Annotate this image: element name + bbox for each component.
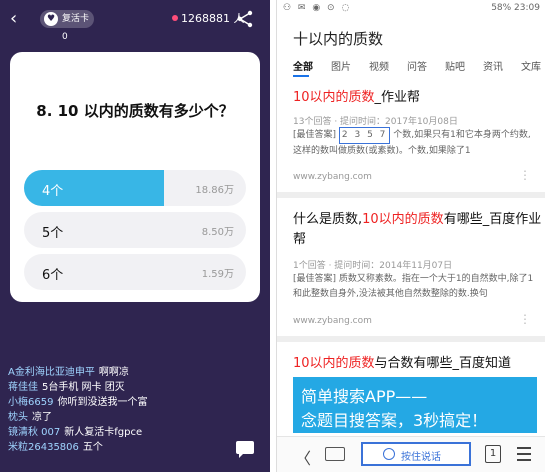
chat-text: 新人复活卡fgpce — [64, 427, 143, 438]
result-title[interactable]: 什么是质数,10以内的质数有哪些_百度作业帮 — [293, 210, 543, 250]
tab-news[interactable]: 资讯 — [483, 58, 503, 73]
answer-label: 6个 — [42, 268, 64, 283]
chat-message: 米粒26435806 五个 — [8, 440, 238, 455]
status-icons: ⚇ ✉ ◉ ⊙ ◌ — [283, 3, 352, 13]
more-options-icon[interactable]: ⋮ — [519, 168, 531, 182]
chat-username: 米粒26435806 — [8, 442, 79, 453]
chat-username: A金利海比亚迪申平 — [8, 367, 95, 378]
search-tabs: 全部 图片 视频 问答 贴吧 资讯 文库 — [293, 58, 545, 76]
answer-option-b[interactable]: 5个 8.50万 — [24, 212, 246, 248]
heart-icon: ♥ — [44, 12, 58, 26]
answer-count: 8.50万 — [201, 227, 234, 238]
chat-username: 小梅6659 — [8, 397, 54, 408]
chat-bubble-icon[interactable] — [234, 440, 256, 460]
chat-message: 蒋佳佳 5台手机 网卡 团灭 — [8, 380, 238, 395]
result-title[interactable]: 10以内的质数_作业帮 — [293, 88, 543, 108]
tab-active-indicator — [293, 75, 309, 77]
tab-wenku[interactable]: 文库 — [521, 58, 541, 73]
chat-message — [8, 350, 238, 365]
voice-label: 按住说话 — [401, 452, 441, 463]
quiz-live-screen: ‹ ♥ 复活卡 0 1268881 人 8. 10 以内的质数有多少个？ 4个 … — [0, 0, 270, 472]
answer-count: 1.59万 — [201, 269, 234, 280]
chat-text: 你听到没送我一个富 — [57, 397, 148, 408]
search-query[interactable]: 十以内的质数 — [293, 28, 383, 49]
promo-line-2: 念题目搜答案，3秒搞定！ — [301, 411, 488, 430]
back-chevron-icon[interactable]: ‹ — [10, 8, 30, 30]
chat-message: A金利海比亚迪申平 啊啊凉 — [8, 365, 238, 380]
revive-card-badge[interactable]: ♥ 复活卡 0 — [40, 10, 94, 42]
answer-count: 18.86万 — [195, 185, 234, 196]
result-meta: 1个回答 · 提问时间：2014年11月07日 — [293, 261, 453, 271]
tab-images[interactable]: 图片 — [331, 58, 351, 73]
answer-option-c[interactable]: 6个 1.59万 — [24, 254, 246, 290]
chat-username: 蒋佳佳 — [8, 382, 38, 393]
chat-text: 啊啊凉 — [98, 367, 129, 378]
answer-label: 4个 — [42, 184, 64, 199]
result-snippet: [最佳答案] 2 3 5 7 个数,如果只有1和它本身两个约数,这样的数叫做质数… — [293, 127, 538, 159]
result-title[interactable]: 10以内的质数与合数有哪些_百度知道 — [293, 354, 543, 374]
chat-message: 枕头 凉了 — [8, 410, 238, 425]
tab-qa[interactable]: 问答 — [407, 58, 427, 73]
result-url[interactable]: www.zybang.com — [293, 316, 372, 326]
promo-line-1: 简单搜索APP—— — [301, 387, 428, 406]
status-bar: ⚇ ✉ ◉ ⊙ ◌ 58% 23:09 — [277, 0, 545, 18]
promo-banner: 简单搜索APP—— 念题目搜答案，3秒搞定！ — [293, 377, 537, 433]
status-battery-time: 58% 23:09 — [491, 3, 540, 13]
keyboard-icon[interactable] — [325, 447, 345, 461]
tab-count-icon[interactable]: 1 — [485, 445, 501, 463]
microphone-icon — [383, 448, 395, 460]
result-snippet: [最佳答案] 质数又称素数。指在一个大于1的自然数中,除了1和此整数自身外,没法… — [293, 274, 534, 299]
bottom-toolbar: 〈 按住说话 1 — [277, 436, 545, 472]
answer-label: 5个 — [42, 226, 64, 241]
live-dot-icon — [172, 15, 178, 21]
divider — [277, 192, 545, 198]
answer-option-a[interactable]: 4个 18.86万 — [24, 170, 246, 206]
back-icon[interactable]: 〈 — [295, 445, 311, 469]
menu-icon[interactable] — [517, 447, 531, 465]
chat-message: 小梅6659 你听到没送我一个富 — [8, 395, 238, 410]
chat-message: 镜清秋 007 新人复活卡fgpce — [8, 425, 238, 440]
divider — [277, 336, 545, 342]
result-url[interactable]: www.zybang.com — [293, 172, 372, 182]
chat-username: 枕头 — [8, 412, 28, 423]
tab-tieba[interactable]: 贴吧 — [445, 58, 465, 73]
quiz-card: 8. 10 以内的质数有多少个？ 4个 18.86万 5个 8.50万 6个 1… — [10, 52, 260, 302]
quiz-topbar: ‹ ♥ 复活卡 0 1268881 人 — [0, 0, 270, 44]
chat-text: 5台手机 网卡 团灭 — [42, 382, 125, 393]
question-text: 8. 10 以内的质数有多少个？ — [36, 102, 234, 120]
more-options-icon[interactable]: ⋮ — [519, 312, 531, 326]
share-icon[interactable] — [236, 10, 254, 28]
chat-text: 五个 — [82, 442, 103, 453]
chat-username: 镜清秋 007 — [8, 427, 61, 438]
search-results-screen: ⚇ ✉ ◉ ⊙ ◌ 58% 23:09 十以内的质数 全部 图片 视频 问答 贴… — [276, 0, 545, 472]
highlighted-primes: 2 3 5 7 — [338, 127, 391, 144]
hold-to-talk-button[interactable]: 按住说话 — [361, 442, 471, 466]
tab-videos[interactable]: 视频 — [369, 58, 389, 73]
tab-all[interactable]: 全部 — [293, 58, 313, 73]
chat-text: 凉了 — [32, 412, 52, 423]
chat-feed: A金利海比亚迪申平 啊啊凉蒋佳佳 5台手机 网卡 团灭小梅6659 你听到没送我一个富… — [8, 350, 238, 455]
viewer-count: 1268881 人 — [181, 12, 245, 25]
revive-card-label: 复活卡 0 — [62, 14, 90, 42]
result-meta: 13个回答 · 提问时间：2017年10月08日 — [293, 117, 458, 127]
